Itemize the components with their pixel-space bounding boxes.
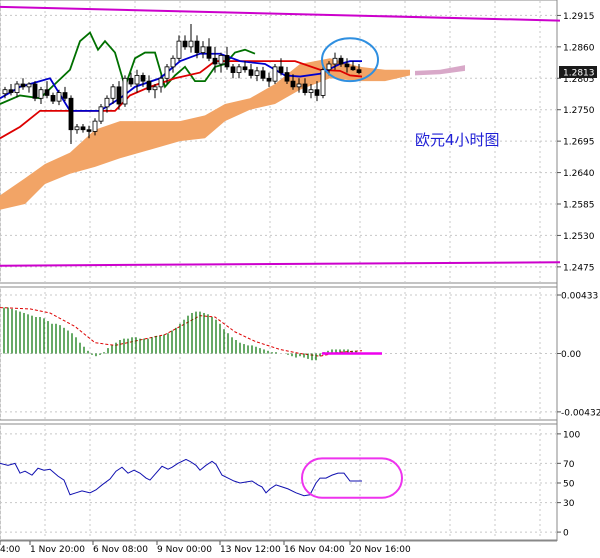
- candle-body: [2, 89, 8, 95]
- candle-body: [278, 66, 284, 73]
- candle-body: [248, 69, 254, 76]
- candle-body: [86, 129, 92, 132]
- candle-body: [290, 80, 296, 88]
- candle-body: [338, 57, 344, 65]
- candle-body: [230, 66, 236, 73]
- y-tick-label: 1.2475: [563, 263, 595, 273]
- current-price-value: 1.2813: [563, 69, 595, 79]
- y-tick-label: 70: [563, 460, 575, 470]
- candle-body: [344, 63, 350, 68]
- candle-body: [110, 86, 116, 99]
- candle-body: [218, 55, 224, 65]
- candle-body: [116, 86, 122, 105]
- y-tick-label: 1.2640: [563, 169, 595, 179]
- candle-body: [320, 69, 326, 96]
- y-tick-label: 0: [563, 529, 569, 539]
- candle: [272, 64, 278, 84]
- candle-body: [146, 80, 152, 91]
- candle-body: [80, 126, 86, 131]
- y-tick-label: 30: [563, 499, 575, 509]
- candle-body: [128, 77, 134, 85]
- x-tick-label: 1 Nov 20:00: [30, 545, 85, 555]
- y-tick-label: 1.2860: [563, 43, 595, 53]
- candle-body: [50, 95, 56, 102]
- candle-body: [302, 83, 308, 93]
- y-tick-label: 1.2585: [563, 201, 595, 211]
- candle-body: [284, 72, 290, 82]
- candle-body: [122, 77, 128, 105]
- chart-svg: 1.29151.28601.28051.27501.26951.26401.25…: [0, 0, 600, 555]
- chart-annotation-label: 欧元4小时图: [415, 131, 500, 149]
- y-tick-label: 0.00: [561, 350, 581, 360]
- candle-body: [194, 40, 200, 53]
- y-tick-label: 1.2915: [563, 12, 595, 22]
- candle-body: [212, 57, 218, 65]
- x-tick-label: 20 Nov 16:00: [350, 545, 411, 555]
- y-tick-label: 50: [563, 479, 575, 489]
- candle-body: [44, 89, 50, 96]
- candle: [32, 81, 38, 102]
- candle-body: [56, 92, 62, 102]
- candle-body: [164, 66, 170, 79]
- candle-body: [32, 83, 38, 99]
- x-tick-label: 13 Nov 12:00: [220, 545, 281, 555]
- x-tick-label: 9 Nov 00:00: [157, 545, 212, 555]
- candle-body: [152, 86, 158, 91]
- candle-body: [170, 57, 176, 68]
- candle-body: [62, 92, 68, 99]
- x-tick-label: 16 Nov 04:00: [284, 545, 345, 555]
- candle-body: [236, 66, 242, 73]
- candle-body: [200, 46, 206, 53]
- candle-body: [176, 40, 182, 59]
- y-tick-label: 1.2695: [563, 138, 595, 148]
- candle-body: [188, 40, 194, 48]
- candle: [320, 66, 326, 99]
- candle-body: [266, 77, 272, 82]
- candle-body: [182, 40, 188, 48]
- candle-body: [92, 120, 98, 132]
- candle-body: [98, 106, 104, 122]
- candle-body: [8, 89, 14, 93]
- candle-body: [140, 75, 146, 82]
- y-tick-label: 1.2750: [563, 106, 595, 116]
- candle-body: [74, 126, 80, 131]
- candle: [98, 104, 104, 124]
- candle-body: [224, 55, 230, 68]
- candle-body: [296, 83, 302, 88]
- y-tick-label: -0.00432: [561, 408, 600, 418]
- x-tick-label: 4:00: [0, 545, 20, 555]
- candle-body: [158, 77, 164, 88]
- candle-body: [308, 89, 314, 93]
- candle-body: [134, 75, 140, 85]
- rsi-panel-frame: [0, 423, 558, 541]
- y-tick-label: 0.00433: [561, 291, 598, 301]
- candle-body: [38, 89, 44, 99]
- candle-body: [272, 66, 278, 82]
- candle-body: [206, 46, 212, 59]
- candle-body: [242, 66, 248, 71]
- candle-body: [68, 97, 74, 131]
- candle-body: [14, 83, 20, 93]
- candle-body: [104, 97, 110, 108]
- candle-body: [326, 63, 332, 71]
- candle-body: [332, 57, 338, 65]
- candle: [122, 75, 128, 107]
- candle-body: [314, 89, 320, 96]
- y-tick-label: 1.2530: [563, 232, 595, 242]
- y-tick-label: 100: [563, 430, 580, 440]
- candle-body: [26, 83, 32, 88]
- candle-body: [260, 70, 266, 79]
- candle-body: [350, 66, 356, 71]
- candle-body: [20, 83, 26, 88]
- chart-window: 1.2915 1.2860 1.2805 1.2750 1.2695 1.2640 1.25…: [0, 0, 600, 558]
- candle-body: [356, 69, 362, 73]
- x-tick-label: 6 Nov 08:00: [93, 545, 148, 555]
- candle-body: [254, 70, 260, 76]
